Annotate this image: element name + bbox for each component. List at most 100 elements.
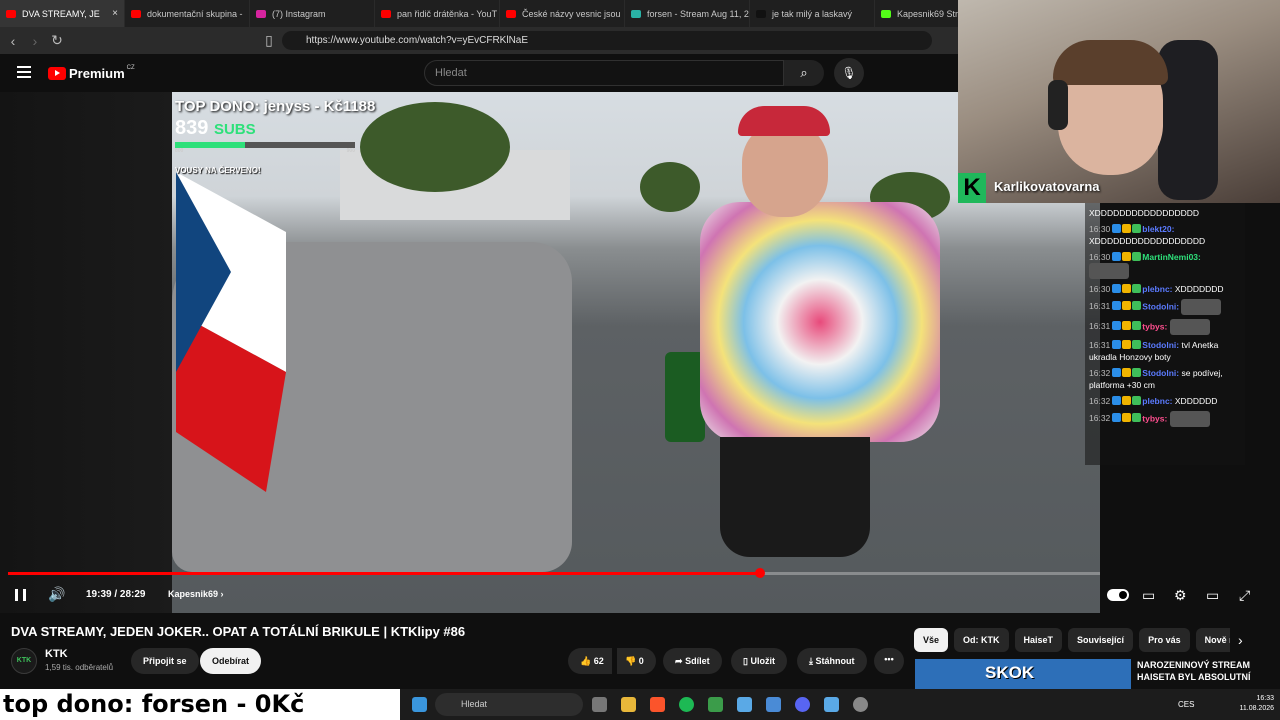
subscribe-button[interactable]: Odebírat xyxy=(200,648,262,674)
subtitles-icon[interactable]: ▭ xyxy=(1142,587,1155,604)
file-explorer-icon[interactable] xyxy=(621,697,636,712)
join-button[interactable]: Připojit se xyxy=(131,648,199,674)
address-bar[interactable]: https://www.youtube.com/watch?v=yEvCFRKl… xyxy=(282,31,932,50)
back-icon[interactable]: ‹ xyxy=(4,33,22,49)
search-input[interactable]: Hledat xyxy=(424,60,784,86)
chat-username[interactable]: Stodolni: xyxy=(1142,340,1179,350)
video-player[interactable]: TOP DONO: jenyss - Kč1188 839 SUBS 800 9… xyxy=(0,92,1100,613)
obs-icon[interactable] xyxy=(853,697,868,712)
task-view-icon[interactable] xyxy=(592,697,607,712)
video-letterbox xyxy=(0,92,172,613)
tab-title: dokumentační skupina - xyxy=(147,8,243,19)
menu-icon[interactable] xyxy=(17,66,31,81)
browser-tab[interactable]: (7) Instagram xyxy=(250,0,375,27)
autoplay-toggle[interactable] xyxy=(1107,589,1129,601)
chat-username[interactable]: MartinNemi03: xyxy=(1142,252,1201,262)
tab-favicon-icon xyxy=(506,9,516,18)
volume-icon[interactable]: 🔊 xyxy=(48,586,65,603)
like-button[interactable]: 👍 62 xyxy=(568,648,612,674)
forward-icon[interactable]: › xyxy=(26,33,44,49)
save-label: Uložit xyxy=(750,656,775,666)
time-display: 19:39 / 28:29 xyxy=(86,589,146,600)
share-button[interactable]: ➦ Sdílet xyxy=(663,648,722,674)
chat-timestamp: 16:32 xyxy=(1089,413,1111,424)
seek-handle[interactable] xyxy=(754,568,765,578)
input-language[interactable]: CES xyxy=(1178,700,1194,709)
channel-avatar[interactable]: KTK xyxy=(11,648,37,674)
fullscreen-icon[interactable]: ⤢ xyxy=(1239,587,1250,604)
browser-tab[interactable]: pan řidič drátěnka - YouT xyxy=(375,0,500,27)
settings-icon[interactable]: ⚙ xyxy=(1174,587,1187,604)
discord-icon[interactable] xyxy=(795,697,810,712)
tab-title: (7) Instagram xyxy=(272,8,326,19)
filter-chip[interactable]: Pro vás xyxy=(1139,628,1190,652)
ccleaner-icon[interactable] xyxy=(737,697,752,712)
windows-start-icon[interactable] xyxy=(412,697,427,712)
channel-name[interactable]: KTK xyxy=(45,648,68,660)
chat-badge-icon xyxy=(1112,368,1122,377)
chat-badge-icon xyxy=(1122,284,1132,293)
browser-tab[interactable]: dokumentační skupina - xyxy=(125,0,250,27)
clock-time: 16:33 xyxy=(1256,695,1274,702)
chat-badge-icon xyxy=(1122,321,1132,331)
youtube-logo[interactable]: Premium CZ xyxy=(48,65,135,81)
chat-message: 16:32 tybys: xyxy=(1089,411,1241,427)
pause-icon[interactable] xyxy=(15,589,26,601)
browser-toolbar: ‹ › ↻ ▯ https://www.youtube.com/watch?v=… xyxy=(0,27,958,54)
chat-badge-icon xyxy=(1122,252,1132,261)
browser-tab[interactable]: České názvy vesnic jsou xyxy=(500,0,625,27)
chat-badge-icon xyxy=(1132,284,1142,293)
webcam-channel-name: Karlikovatovarna xyxy=(994,179,1100,194)
filter-chip[interactable]: Vše xyxy=(914,628,949,652)
close-tab-icon[interactable]: × xyxy=(112,8,118,19)
dislike-button[interactable]: 👎 0 xyxy=(617,648,656,674)
reload-icon[interactable]: ↻ xyxy=(48,32,66,49)
browser-tab[interactable]: forsen - Stream Aug 11, 2 xyxy=(625,0,750,27)
browser-tab[interactable]: Kapesnik69 Strea xyxy=(875,0,958,27)
headset xyxy=(1048,80,1068,130)
chapter-label[interactable]: Kapesnik69 › xyxy=(168,589,224,599)
theater-mode-icon[interactable]: ▭ xyxy=(1206,587,1219,604)
spotify-icon[interactable] xyxy=(679,697,694,712)
browser-tab[interactable]: DVA STREAMY, JE × xyxy=(0,0,125,27)
taskbar-search[interactable]: Hledat xyxy=(435,693,583,716)
chevron-right-icon[interactable]: › xyxy=(1238,632,1243,648)
filter-chip[interactable]: HaiseT xyxy=(1014,628,1063,652)
save-button[interactable]: ▯ Uložit xyxy=(731,648,787,674)
video-person-shorts xyxy=(720,437,870,557)
chat-username[interactable]: tybys: xyxy=(1142,413,1167,423)
chat-username[interactable]: plebnc: xyxy=(1142,284,1172,294)
chat-username[interactable]: Stodolni: xyxy=(1142,301,1179,311)
brave-browser-icon[interactable] xyxy=(650,697,665,712)
bookmark-icon[interactable]: ▯ xyxy=(260,32,278,49)
seek-bar[interactable] xyxy=(8,568,1100,578)
chat-username[interactable]: Stodolni: xyxy=(1142,368,1179,378)
recommended-thumbnail[interactable]: SKOK xyxy=(915,659,1131,691)
recommended-title[interactable]: NAROZENINOVÝ STREAM HAISETA BYL ABSOLUTN… xyxy=(1137,659,1273,683)
photos-icon[interactable] xyxy=(766,697,781,712)
search-icon[interactable]: ⌕ xyxy=(784,60,824,86)
microphone-icon[interactable]: 🎙 xyxy=(834,58,864,88)
share-label: Sdílet xyxy=(685,656,710,666)
bookmark-icon: ▯ xyxy=(743,656,748,666)
filter-chip[interactable]: Nově nahrané xyxy=(1195,628,1230,652)
system-clock[interactable]: 16:33 11.08.2026 xyxy=(1228,694,1274,714)
browser-tab[interactable]: je tak milý a laskavý xyxy=(750,0,875,27)
streamer-hair xyxy=(1053,40,1168,85)
chat-badge-icon xyxy=(1132,252,1142,261)
thumbs-up-icon: 👍 xyxy=(580,656,592,666)
video-person-shirt xyxy=(700,202,940,442)
tab-favicon-icon xyxy=(256,9,266,18)
chat-username[interactable]: plebnc: xyxy=(1142,396,1172,406)
chat-timestamp: 16:31 xyxy=(1089,301,1111,312)
ccleaner-icon-2[interactable] xyxy=(824,697,839,712)
excel-icon[interactable] xyxy=(708,697,723,712)
chat-badge-icon xyxy=(1112,340,1122,349)
chat-username[interactable]: blekt20: xyxy=(1142,224,1174,234)
filter-chip[interactable]: Od: KTK xyxy=(954,628,1009,652)
chat-username[interactable]: tybys: xyxy=(1142,321,1167,331)
download-button[interactable]: ⤓ Stáhnout xyxy=(797,648,867,674)
chat-timestamp: 16:32 xyxy=(1089,368,1111,378)
more-actions-icon[interactable]: ••• xyxy=(874,648,904,674)
filter-chip[interactable]: Související xyxy=(1068,628,1134,652)
